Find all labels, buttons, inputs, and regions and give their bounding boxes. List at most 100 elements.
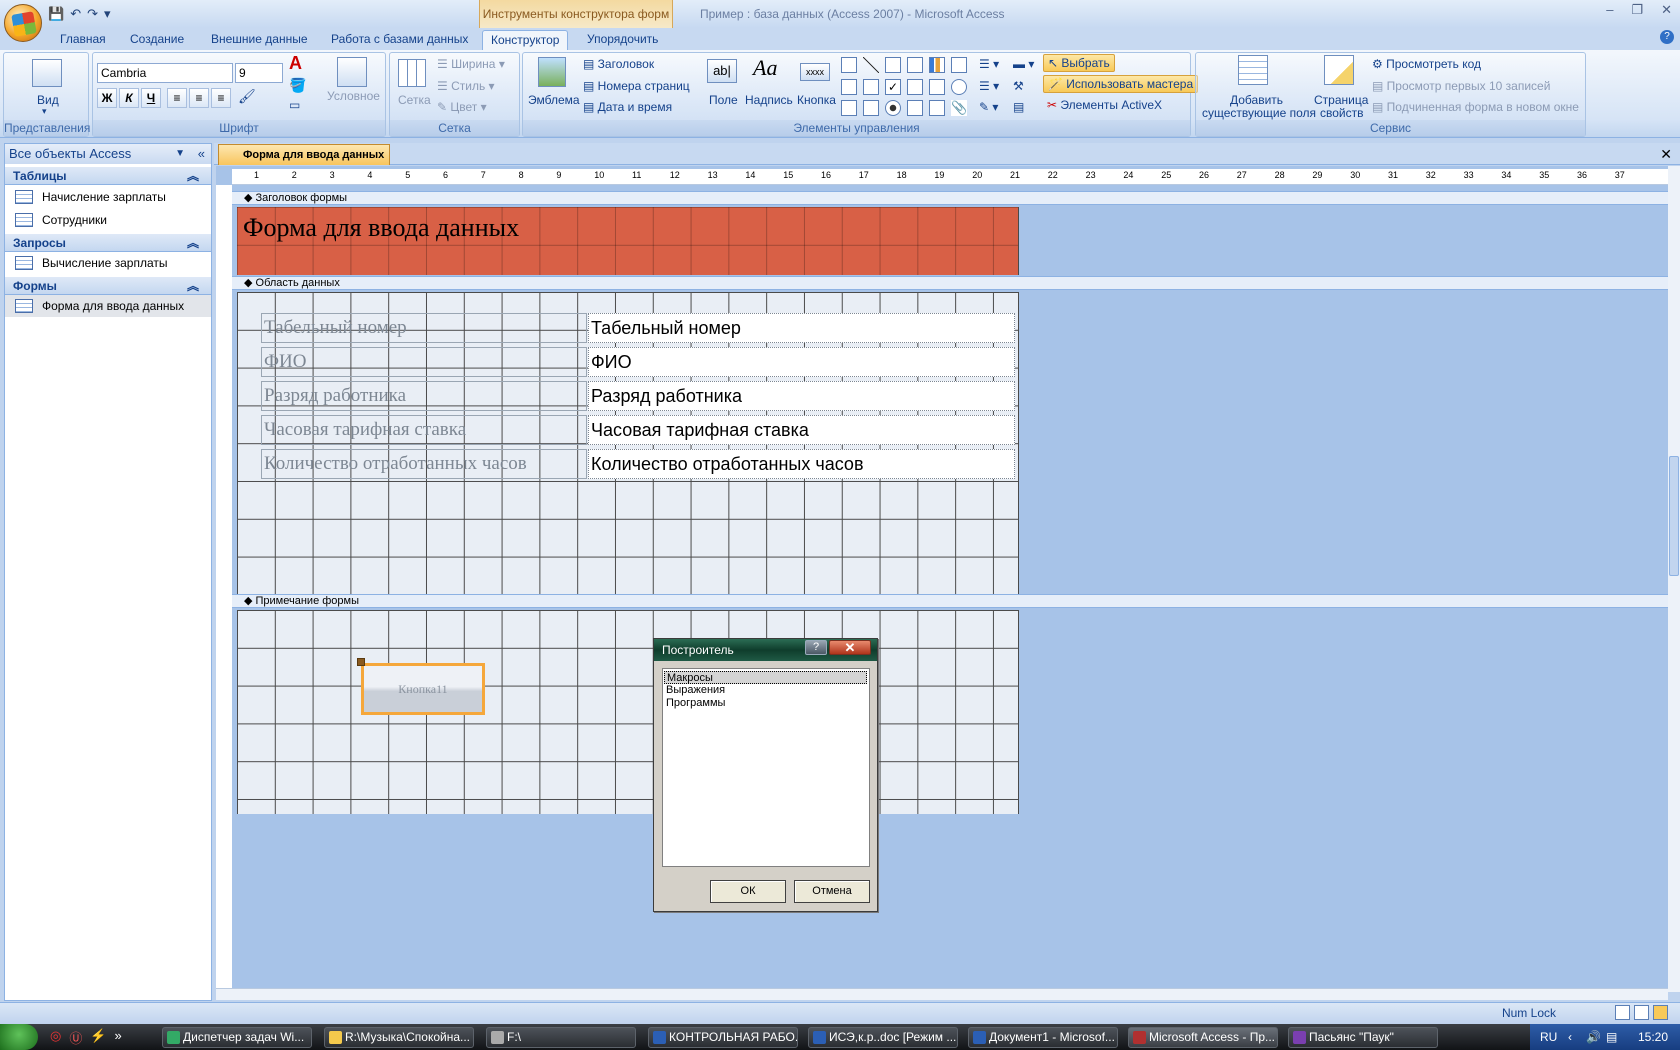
redo-icon[interactable]: ↷: [87, 6, 98, 22]
width-button[interactable]: ☰ Ширина ▾: [437, 57, 505, 71]
close-icon[interactable]: ✕: [1661, 2, 1672, 18]
design-view-icon[interactable]: [1653, 1005, 1668, 1020]
property-sheet-small-icon[interactable]: ▤: [1013, 100, 1024, 114]
color-button[interactable]: ✎ Цвет ▾: [437, 100, 487, 114]
font-size-select[interactable]: 9: [235, 63, 283, 83]
scroll-thumb[interactable]: [1669, 456, 1679, 576]
help-icon[interactable]: ?: [1660, 30, 1674, 44]
tab-create[interactable]: Создание: [122, 30, 192, 50]
bound-object-icon[interactable]: [929, 79, 945, 95]
view-code-button[interactable]: ⚙ Просмотреть код: [1372, 57, 1481, 71]
option-group-icon[interactable]: [841, 100, 857, 116]
style-button[interactable]: ☰ Стиль ▾: [437, 79, 495, 93]
nav-group-queries[interactable]: Запросы ︽: [5, 234, 211, 252]
date-time-button[interactable]: ▤ Дата и время: [583, 100, 672, 114]
chevron-down-icon[interactable]: ▾: [42, 106, 47, 117]
document-tab[interactable]: Форма для ввода данных: [218, 144, 390, 165]
horizontal-scrollbar[interactable]: [216, 988, 1668, 1000]
section-bar-header[interactable]: ◆ Заголовок формы: [232, 191, 1668, 205]
field-label[interactable]: Часовая тарифная ставка: [261, 415, 587, 445]
nav-item-payroll-query[interactable]: Вычисление зарплаты: [5, 252, 211, 274]
nav-group-forms[interactable]: Формы ︽: [5, 277, 211, 295]
start-button[interactable]: [0, 1024, 38, 1050]
checkbox-icon[interactable]: ✓: [885, 79, 901, 95]
property-sheet-button-line2[interactable]: свойств: [1320, 106, 1364, 120]
field-textbox[interactable]: Разряд работника: [588, 381, 1015, 411]
customize-qat-icon[interactable]: ▾: [104, 6, 111, 22]
title-button[interactable]: ▤ Заголовок: [583, 57, 654, 71]
close-document-icon[interactable]: ✕: [1660, 146, 1672, 163]
align-center-icon[interactable]: ≡: [189, 88, 209, 108]
field-textbox[interactable]: Количество отработанных часов: [588, 449, 1015, 479]
select-button[interactable]: ↖ Выбрать: [1043, 54, 1115, 72]
network-icon[interactable]: ▤: [1606, 1024, 1617, 1050]
nav-item-payroll-table[interactable]: Начисление зарплаты: [5, 186, 211, 208]
attachment-icon[interactable]: [951, 79, 967, 95]
field-textbox[interactable]: Табельный номер: [588, 313, 1015, 343]
section-bar-detail[interactable]: ◆ Область данных: [232, 276, 1668, 290]
form-view-icon[interactable]: [1615, 1005, 1630, 1020]
nav-group-tables[interactable]: Таблицы ︽: [5, 167, 211, 185]
builder-option-macros[interactable]: Макросы: [664, 671, 867, 684]
rectangle-icon[interactable]: [863, 79, 879, 95]
top10-records-button[interactable]: ▤ Просмотр первых 10 записей: [1372, 79, 1550, 93]
tab-arrange[interactable]: Упорядочить: [579, 30, 666, 50]
tab-database-tools[interactable]: Работа с базами данных: [323, 30, 476, 50]
property-sheet-button-line1[interactable]: Страница: [1314, 93, 1368, 107]
maximize-icon[interactable]: ❐: [1631, 2, 1643, 18]
line-type-icon[interactable]: ▬ ▾: [1013, 57, 1034, 71]
logo-button[interactable]: Эмблема: [528, 93, 580, 107]
toggle-button-icon[interactable]: [863, 100, 879, 116]
move-handle[interactable]: [357, 658, 365, 666]
nav-pane-header[interactable]: Все объекты Access ▼ «: [5, 144, 211, 164]
volume-icon[interactable]: 🔊: [1586, 1024, 1601, 1050]
subform-icon[interactable]: [907, 100, 923, 116]
tab-external-data[interactable]: Внешние данные: [203, 30, 316, 50]
nav-item-employees-table[interactable]: Сотрудники: [5, 209, 211, 231]
view-button[interactable]: Вид: [37, 93, 59, 107]
tray-arrow-icon[interactable]: ‹: [1568, 1024, 1572, 1050]
chart-icon[interactable]: [929, 57, 945, 73]
antivirus-icon[interactable]: Ⓤ: [69, 1028, 82, 1047]
add-fields-button-line1[interactable]: Добавить: [1230, 93, 1283, 107]
image-icon[interactable]: [885, 57, 901, 73]
ok-button[interactable]: ОК: [710, 880, 786, 903]
special-effect-icon[interactable]: ☰ ▾: [979, 79, 999, 93]
conditional-button[interactable]: Условное: [327, 89, 380, 103]
save-icon[interactable]: 💾: [48, 6, 64, 22]
option-button-icon[interactable]: [885, 100, 901, 116]
form-command-button[interactable]: Кнопка11: [361, 663, 485, 715]
taskbar-item-active[interactable]: Microsoft Access - Пр...: [1128, 1027, 1278, 1048]
combo-box-icon[interactable]: [841, 79, 857, 95]
line-thickness-icon[interactable]: ☰ ▾: [979, 57, 999, 71]
field-textbox[interactable]: ФИО: [588, 347, 1015, 377]
use-wizards-button[interactable]: 🪄 Использовать мастера: [1043, 75, 1199, 93]
activex-button[interactable]: ✂ Элементы ActiveX: [1047, 98, 1162, 112]
form-footer-section[interactable]: [237, 610, 1019, 814]
section-bar-footer[interactable]: ◆ Примечание формы: [232, 594, 1668, 608]
bold-button[interactable]: Ж: [97, 88, 117, 108]
fill-color-icon[interactable]: 🪣: [289, 77, 306, 94]
label-button[interactable]: Надпись: [745, 93, 793, 107]
list-box-icon[interactable]: [951, 57, 967, 73]
page-numbers-button[interactable]: ▤ Номера страниц: [583, 79, 690, 93]
taskbar-item[interactable]: Диспетчер задач Wi...: [162, 1027, 312, 1048]
font-color-icon[interactable]: A: [289, 53, 302, 74]
more-icon[interactable]: »: [115, 1028, 122, 1047]
field-label[interactable]: Разряд работника: [261, 381, 587, 411]
unbound-object-icon[interactable]: [907, 79, 923, 95]
paperclip-icon[interactable]: 📎: [951, 100, 967, 116]
add-fields-button-line2[interactable]: существующие поля: [1202, 106, 1316, 120]
taskbar-item[interactable]: Пасьянс "Паук": [1288, 1027, 1438, 1048]
field-label[interactable]: Табельный номер: [261, 313, 587, 343]
align-left-icon[interactable]: ≡: [167, 88, 187, 108]
align-right-icon[interactable]: ≡: [211, 88, 231, 108]
office-button[interactable]: [4, 4, 42, 42]
font-name-select[interactable]: Cambria: [97, 63, 233, 83]
taskbar-item[interactable]: Документ1 - Microsof...: [968, 1027, 1118, 1048]
subform-new-window-button[interactable]: ▤ Подчиненная форма в новом окне: [1372, 100, 1579, 114]
tab-home[interactable]: Главная: [52, 30, 114, 50]
italic-button[interactable]: К: [119, 88, 139, 108]
cancel-button[interactable]: Отмена: [794, 880, 870, 903]
dialog-help-button[interactable]: ?: [805, 640, 827, 655]
